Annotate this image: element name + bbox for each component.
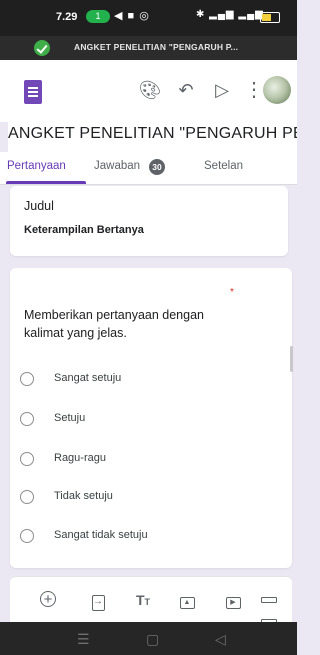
scrollbar-thumb[interactable]	[290, 346, 293, 372]
add-video-icon[interactable]: ▶	[221, 589, 245, 611]
option-label: Ragu-ragu	[54, 452, 106, 464]
option-label: Sangat tidak setuju	[54, 529, 148, 541]
send-icon[interactable]: ▷	[208, 76, 236, 104]
forms-logo-icon	[24, 80, 42, 104]
home-icon[interactable]: ▢	[146, 631, 159, 647]
avatar[interactable]	[263, 76, 291, 104]
app-toolbar: 🎨︎ ↶ ▷ ⋮	[0, 60, 297, 122]
radio-button[interactable]	[20, 452, 34, 466]
radio-button[interactable]	[20, 529, 34, 543]
tab-settings[interactable]: Setelan	[204, 160, 243, 172]
status-bar: 7.29 1 ◀ ■ ◎ ✱ ▂▄▆ ▂▄▆	[0, 0, 297, 36]
battery-icon	[260, 12, 280, 23]
required-asterisk: *	[230, 287, 234, 298]
section-title: Keterampilan Bertanya	[24, 224, 144, 236]
add-title-icon[interactable]: TT	[131, 589, 155, 611]
url-bar[interactable]: ANGKET PENELITIAN "PENGARUH P...	[0, 36, 297, 60]
status-time: 7.29	[56, 11, 78, 23]
section-label: Judul	[24, 199, 54, 213]
tab-questions[interactable]: Pertanyaan	[7, 160, 66, 172]
undo-icon[interactable]: ↶	[172, 76, 200, 104]
option-label: Setuju	[54, 412, 86, 424]
add-question-icon[interactable]: +	[36, 589, 60, 611]
recent-apps-icon[interactable]: ☰	[77, 631, 90, 647]
shield-check-icon	[34, 40, 50, 56]
question-text: Memberikan pertanyaan dengan kalimat yan…	[24, 308, 204, 340]
url-text[interactable]: ANGKET PENELITIAN "PENGARUH P...	[74, 42, 238, 52]
tab-answers[interactable]: Jawaban	[94, 160, 140, 172]
system-nav-bar: ☰ ▢ ◁	[0, 622, 297, 655]
back-icon[interactable]: ◁	[215, 631, 226, 647]
status-icons-left: ◀ ■ ◎	[114, 10, 150, 22]
option-label: Tidak setuju	[54, 490, 113, 502]
add-image-icon[interactable]: ▲	[175, 589, 199, 611]
option-label: Sangat setuju	[54, 372, 122, 384]
palette-icon[interactable]: 🎨︎	[136, 76, 164, 104]
section-card[interactable]	[10, 186, 288, 256]
bottom-toolbar: + → TT ▲ ▶	[10, 576, 292, 625]
active-tab-indicator	[6, 181, 86, 184]
import-question-icon[interactable]: →	[86, 589, 110, 611]
status-icons-right: ✱ ▂▄▆ ▂▄▆	[196, 9, 264, 20]
form-title: ANGKET PENELITIAN "PENGARUH PEN	[8, 122, 297, 152]
radio-button[interactable]	[20, 372, 34, 386]
add-section-icon[interactable]	[257, 589, 281, 625]
radio-button[interactable]	[20, 490, 34, 504]
tab-bar: Pertanyaan Jawaban 30 Setelan	[0, 152, 297, 185]
radio-button[interactable]	[20, 412, 34, 426]
answers-count-badge: 30	[149, 159, 165, 175]
notification-badge: 1	[86, 10, 110, 23]
